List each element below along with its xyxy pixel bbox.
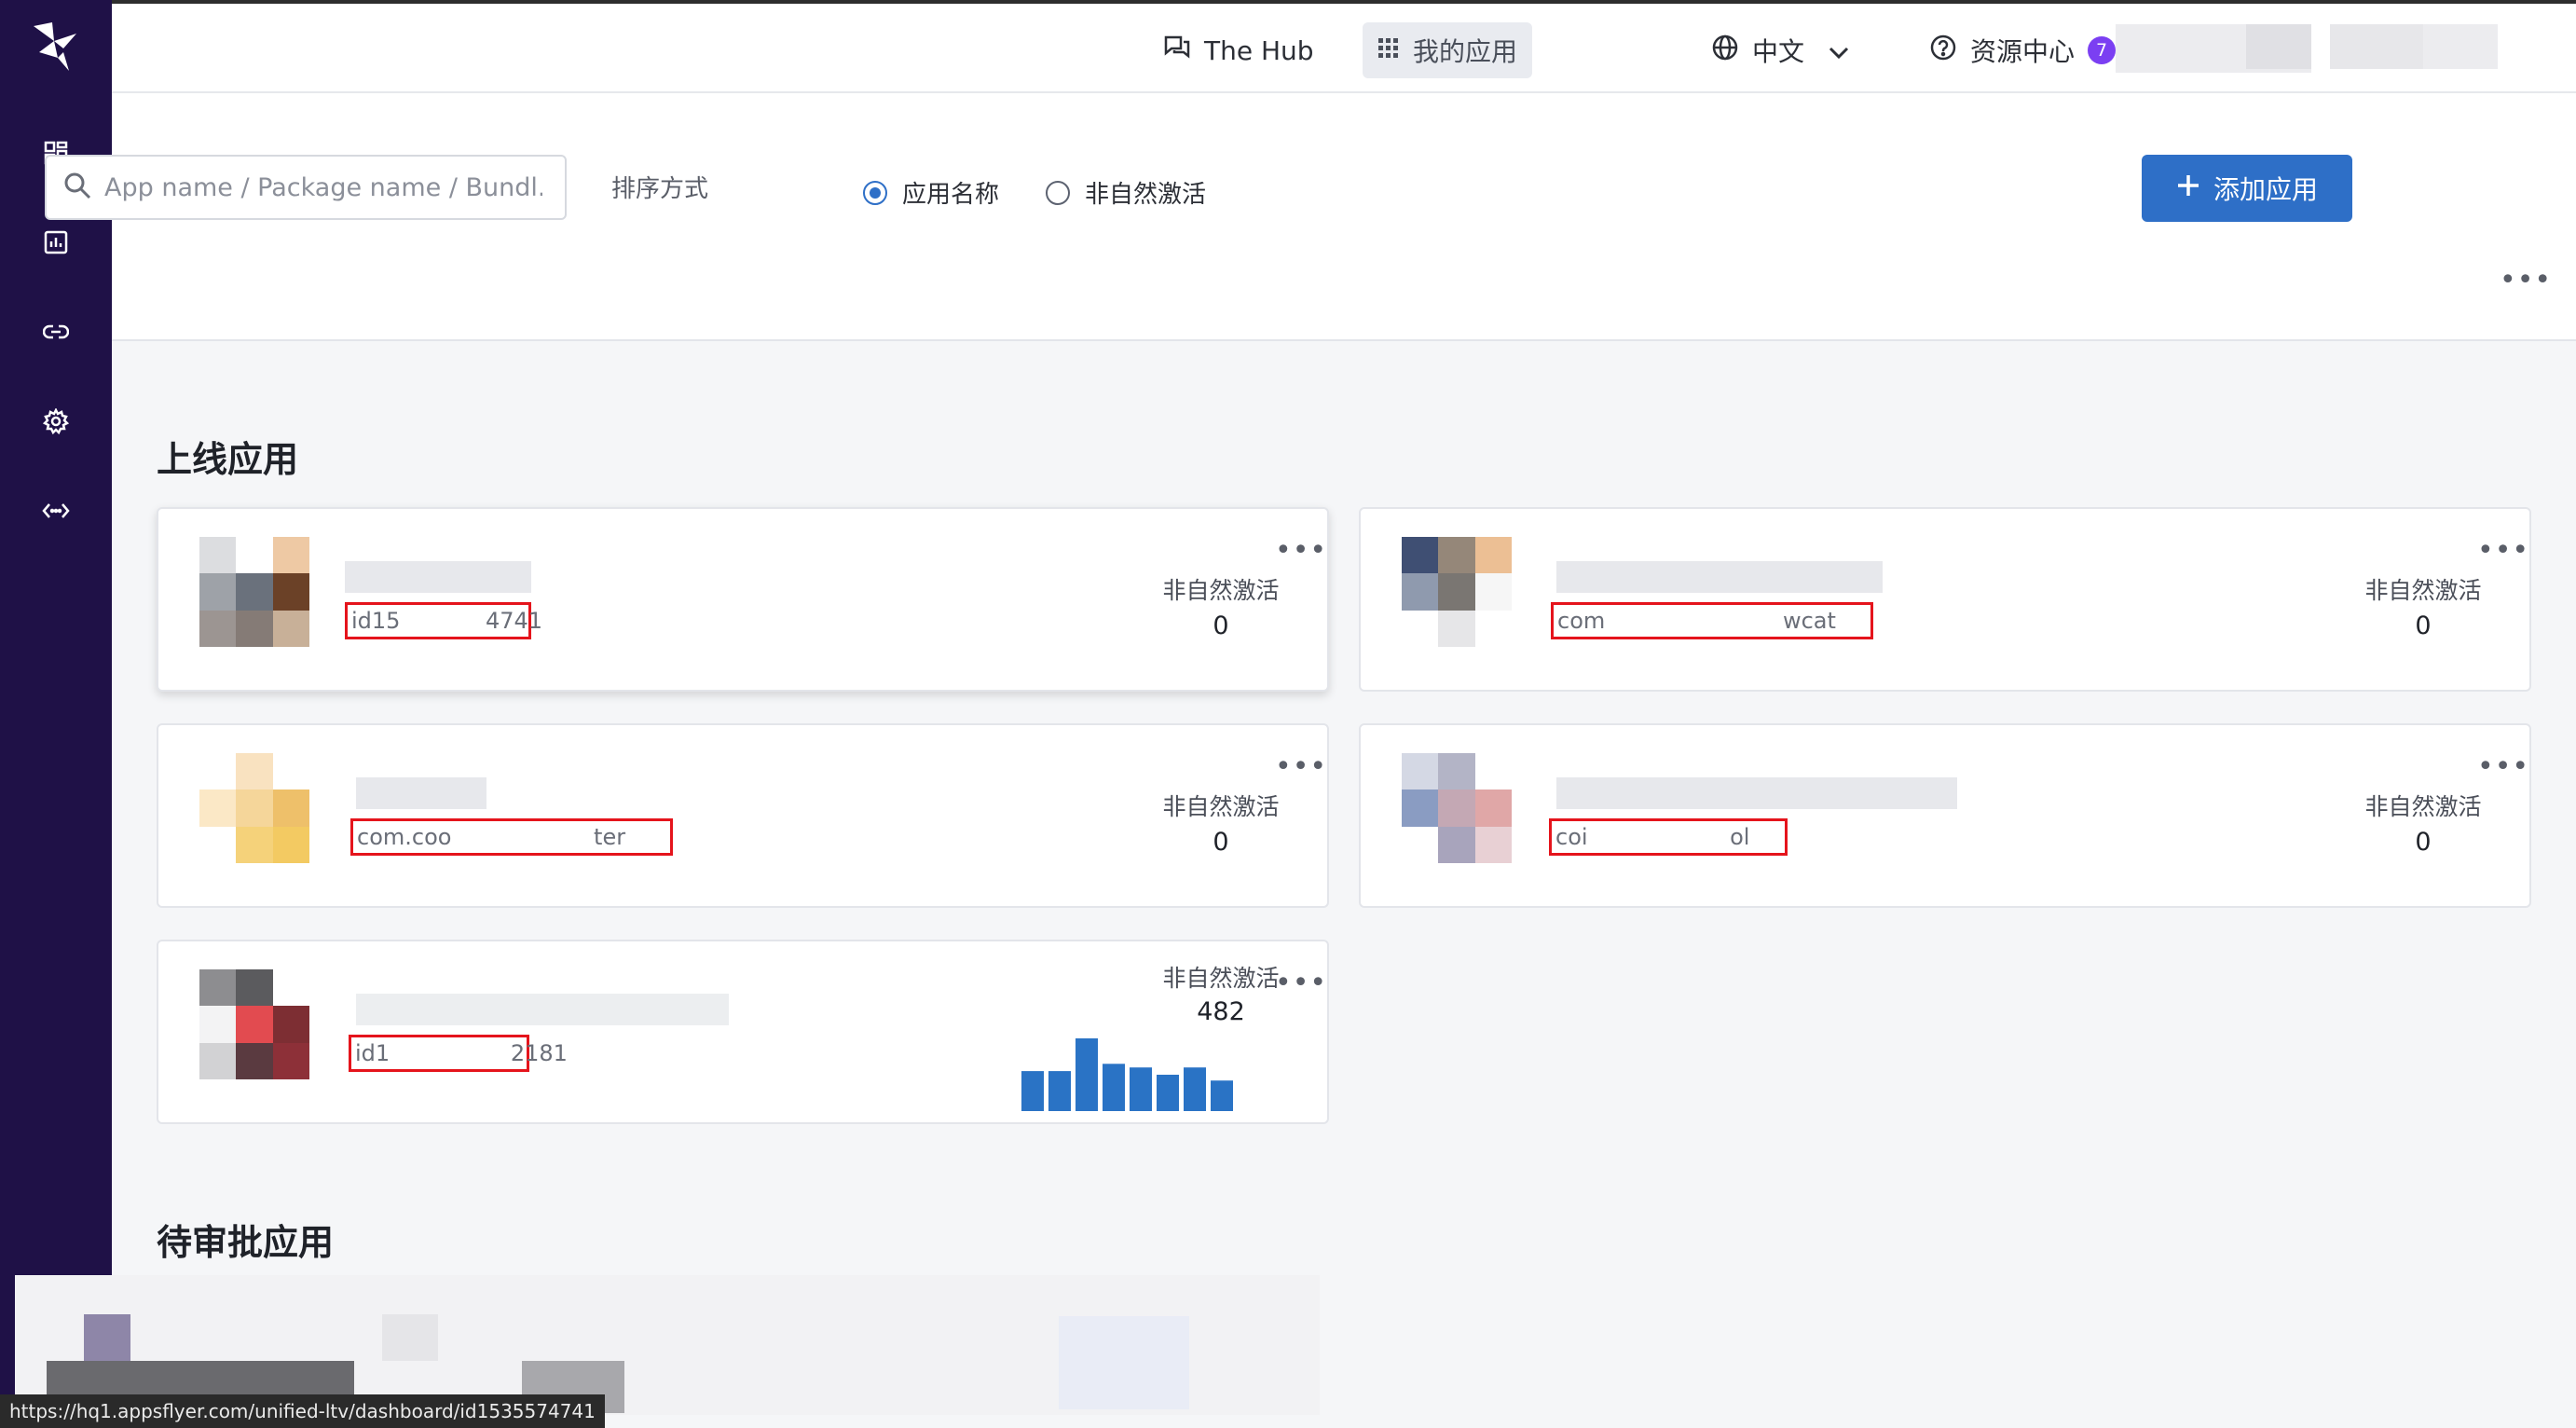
- add-app-label: 添加应用: [2213, 174, 2318, 205]
- card-more-icon[interactable]: •••: [1275, 753, 1327, 781]
- metric-value: 0: [2415, 611, 2432, 640]
- settings-gear-icon[interactable]: [34, 399, 78, 444]
- apps-grid-icon: [1377, 35, 1400, 66]
- language-label: 中文: [1752, 36, 1805, 67]
- sort-option-label: 非自然激活: [1085, 181, 1207, 209]
- language-selector[interactable]: 中文: [1696, 22, 1864, 78]
- status-bar-url: https://hq1.appsflyer.com/unified-ltv/da…: [0, 1394, 605, 1428]
- card-more-icon[interactable]: •••: [2477, 537, 2529, 565]
- nav-hub-label: The Hub: [1204, 34, 1314, 66]
- app-card[interactable]: com wcat 非自然激活 0 •••: [1359, 507, 2531, 692]
- chart-bar: [1103, 1064, 1125, 1111]
- redacted-block: [382, 1314, 438, 1361]
- chart-bar: [1021, 1071, 1044, 1111]
- metric-label: 非自然激活: [1162, 793, 1280, 820]
- redacted-block: [84, 1314, 130, 1363]
- card-more-icon[interactable]: •••: [2477, 753, 2529, 781]
- globe-icon: [1711, 34, 1739, 68]
- api-code-icon[interactable]: [34, 488, 78, 533]
- nav-my-apps[interactable]: 我的应用: [1363, 22, 1533, 78]
- metric-label: 非自然激活: [2364, 577, 2482, 604]
- app-name-redacted: [1556, 561, 1883, 593]
- card-more-icon[interactable]: •••: [1275, 969, 1327, 997]
- redacted-block: [1059, 1316, 1189, 1409]
- metric-value: 482: [1197, 997, 1245, 1026]
- search-field[interactable]: [45, 155, 567, 220]
- nav-my-apps-label: 我的应用: [1413, 36, 1518, 67]
- app-card[interactable]: coi ol 非自然激活 0 •••: [1359, 723, 2531, 908]
- app-name-redacted: [356, 994, 729, 1025]
- metric-value: 0: [1213, 828, 1229, 857]
- trend-bar-chart: [1021, 1038, 1233, 1111]
- app-card[interactable]: id15 4741 非自然激活 0 •••: [157, 507, 1329, 692]
- app-package-id: com.coo ter: [350, 818, 673, 856]
- metric-value: 0: [2415, 828, 2432, 857]
- card-more-icon[interactable]: •••: [1275, 537, 1327, 565]
- account-avatar-redacted-block: [2246, 24, 2311, 69]
- app-icon-redacted: [199, 753, 309, 863]
- app-card[interactable]: id1 2181 非自然激活 482 •••: [157, 940, 1329, 1124]
- more-options-icon[interactable]: •••: [2500, 267, 2552, 295]
- metric-label: 非自然激活: [2364, 793, 2482, 820]
- app-name-redacted: [345, 561, 531, 593]
- app-package-id: coi ol: [1549, 818, 1788, 856]
- plus-icon: [2176, 173, 2200, 204]
- chat-bubble-icon: [1163, 34, 1191, 67]
- app-name-redacted: [356, 777, 486, 809]
- chart-bar: [1184, 1067, 1206, 1111]
- app-package-id: id1 2181: [349, 1035, 568, 1072]
- add-app-button[interactable]: 添加应用: [2142, 155, 2352, 222]
- app-name-redacted: [1556, 777, 1957, 809]
- search-icon: [63, 172, 91, 203]
- chart-bar: [1048, 1071, 1071, 1111]
- search-input[interactable]: [104, 172, 542, 202]
- sort-by-app-name-radio[interactable]: 应用名称: [863, 175, 999, 210]
- app-icon-redacted: [1402, 753, 1512, 863]
- section-title-live: 上线应用: [157, 439, 299, 480]
- notification-badge: 7: [2088, 36, 2117, 64]
- sort-option-label: 应用名称: [902, 181, 1000, 209]
- app-icon-redacted: [199, 537, 309, 647]
- appsflyer-logo-icon[interactable]: [26, 21, 82, 73]
- app-package-id: id15 4741: [345, 602, 542, 639]
- reports-chart-icon[interactable]: [34, 220, 78, 265]
- section-title-pending: 待审批应用: [157, 1222, 335, 1263]
- metric-label: 非自然激活: [1162, 577, 1280, 604]
- app-package-id: com wcat: [1551, 602, 1873, 639]
- sort-label: 排序方式: [611, 175, 709, 203]
- link-icon[interactable]: [34, 309, 78, 354]
- account-menu-redacted[interactable]: [2423, 24, 2498, 69]
- app-icon-redacted: [1402, 537, 1512, 647]
- radio-checked-icon: [863, 180, 887, 205]
- resource-center[interactable]: 资源中心 7: [1914, 22, 2131, 78]
- sort-by-non-organic-radio[interactable]: 非自然激活: [1046, 175, 1206, 210]
- chart-bar: [1211, 1080, 1233, 1111]
- chart-bar: [1076, 1038, 1098, 1111]
- chevron-down-icon: [1829, 35, 1849, 66]
- resource-center-label: 资源中心: [1970, 36, 2076, 67]
- top-navigation-bar: The Hub 我的应用 中文 资源中心 7: [112, 0, 2576, 93]
- chart-bar: [1130, 1067, 1152, 1111]
- app-card[interactable]: com.coo ter 非自然激活 0 •••: [157, 723, 1329, 908]
- chart-bar: [1157, 1075, 1179, 1111]
- help-question-icon: [1929, 34, 1957, 68]
- metric-value: 0: [1213, 611, 1229, 640]
- nav-the-hub[interactable]: The Hub: [1148, 22, 1329, 78]
- radio-unchecked-icon: [1046, 180, 1070, 205]
- app-icon-redacted: [199, 969, 309, 1079]
